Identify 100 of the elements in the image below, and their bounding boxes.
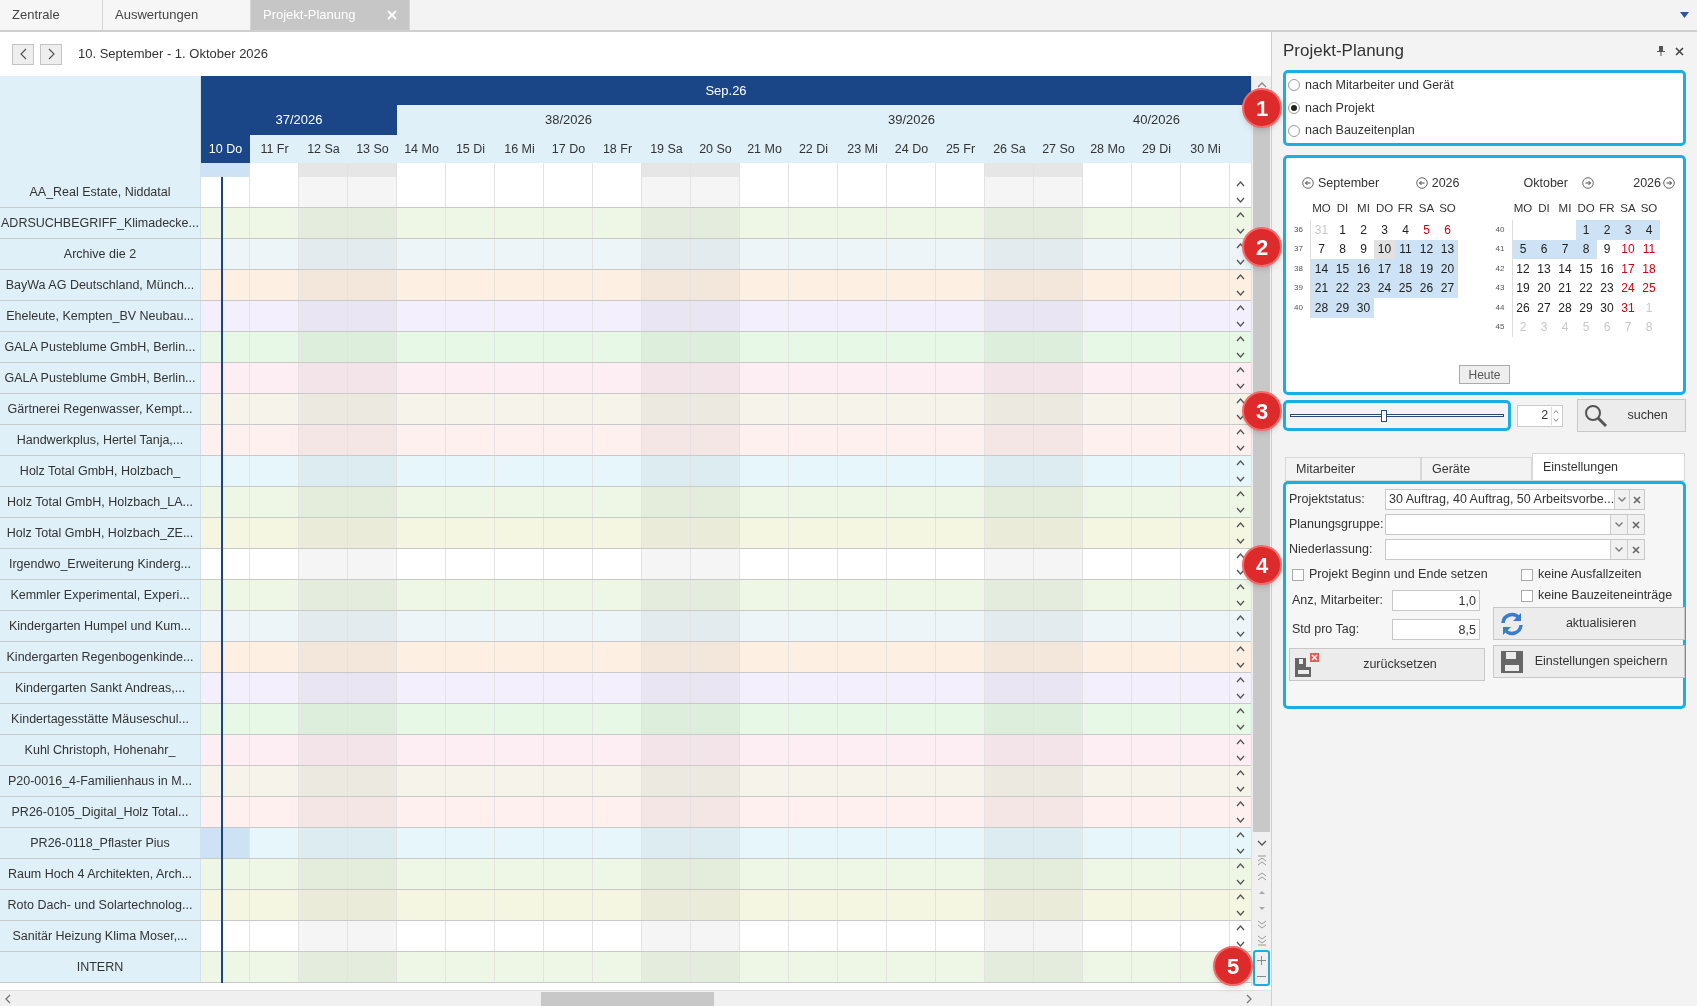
tab[interactable]: Einstellungen [1532,453,1685,481]
calendar-day[interactable]: 19 [1416,259,1437,279]
calendar-day[interactable]: 18 [1395,259,1416,279]
calendar-day[interactable]: 11 [1638,239,1660,259]
calendar-day[interactable]: 10 [1617,239,1639,259]
row-label[interactable]: GALA Pusteblume GmbH, Berlin... [0,363,201,393]
up-down-arrows-icon[interactable] [1236,397,1245,421]
calendar-day[interactable]: 21 [1554,278,1576,298]
row-label[interactable]: Handwerkplus, Hertel Tanja,... [0,425,201,455]
row-label[interactable]: Kuhl Christoph, Hohenahr_ [0,735,201,765]
clear-button[interactable] [1627,515,1644,534]
checkbox-option[interactable]: keine Bauzeiteneinträge [1493,585,1685,606]
zoom-in-icon[interactable] [1257,955,1266,965]
search-button[interactable]: suchen [1577,399,1686,432]
calendar-day[interactable]: 1 [1332,220,1353,240]
calendar-day[interactable]: 16 [1596,259,1618,279]
calendar-day[interactable]: 17 [1617,259,1639,279]
up-down-arrows-icon[interactable] [1236,490,1245,514]
calendar-day[interactable]: 30 [1596,298,1618,318]
row-label[interactable]: Irgendwo_Erweiterung Kinderg... [0,549,201,579]
calendar-day[interactable]: 15 [1332,259,1353,279]
calendar-day[interactable]: 3 [1617,220,1639,240]
row-label[interactable]: Roto Dach- und Solartechnolog... [0,890,201,920]
refresh-button[interactable]: aktualisieren [1493,607,1685,640]
up-down-arrows-icon[interactable] [1236,428,1245,452]
today-button[interactable]: Heute [1459,365,1510,384]
up-down-arrows-icon[interactable] [1236,676,1245,700]
calendar-day[interactable]: 12 [1416,239,1437,259]
dropdown-field[interactable] [1385,514,1645,535]
calendar-day[interactable]: 29 [1575,298,1597,318]
calendar-day[interactable]: 18 [1638,259,1660,279]
up-down-arrows-icon[interactable] [1236,180,1245,204]
row-label[interactable]: INTERN [0,952,201,982]
up-down-arrows-icon[interactable] [1236,583,1245,607]
up-down-arrows-icon[interactable] [1236,800,1245,824]
row-label[interactable]: PR26-0105_Digital_Holz Total... [0,797,201,827]
checkbox-option[interactable]: keine Ausfallzeiten [1493,564,1685,585]
dropdown-field[interactable]: 30 Auftrag, 40 Auftrag, 50 Arbeitsvorbe... [1385,489,1645,510]
up-down-arrows-icon[interactable] [1236,521,1245,545]
calendar-day[interactable]: 6 [1533,239,1555,259]
row-label[interactable]: Kindergarten Humpel und Kum... [0,611,201,641]
calendar-day[interactable]: 20 [1533,278,1555,298]
row-label[interactable]: Holz Total GmbH, Holzbach_ZE... [0,518,201,548]
close-icon[interactable] [1675,46,1684,56]
row-label[interactable]: Kemmler Experimental, Experi... [0,580,201,610]
calendar-day[interactable]: 12 [1512,259,1534,279]
up-down-arrows-icon[interactable] [1236,614,1245,638]
up-down-arrows-icon[interactable] [1236,893,1245,917]
next-year-icon[interactable] [1663,177,1675,189]
calendar-day[interactable]: 10 [1374,239,1395,259]
calendar-day[interactable]: 14 [1554,259,1576,279]
calendar-day[interactable]: 22 [1575,278,1597,298]
calendar-day[interactable]: 13 [1533,259,1555,279]
calendar-day[interactable]: 23 [1596,278,1618,298]
up-down-arrows-icon[interactable] [1236,831,1245,855]
up-down-arrows-icon[interactable] [1236,552,1245,576]
pin-icon[interactable] [1657,46,1665,56]
row-label[interactable]: Sanitär Heizung Klima Moser,... [0,921,201,951]
calendar-day[interactable]: 30 [1353,298,1374,318]
row-label[interactable]: P20-0016_4-Familienhaus in M... [0,766,201,796]
row-label[interactable]: Kindergarten Regenbogenkinde... [0,642,201,672]
up-down-arrows-icon[interactable] [1236,335,1245,359]
calendar-day[interactable]: 5 [1416,220,1437,240]
up-down-arrows-icon[interactable] [1236,304,1245,328]
calendar-day[interactable]: 5 [1512,239,1534,259]
tab[interactable]: Geräte [1421,457,1532,481]
calendar-day[interactable]: 29 [1332,298,1353,318]
up-down-arrows-icon[interactable] [1236,769,1245,793]
calendar-day[interactable]: 2 [1596,220,1618,240]
row-label[interactable]: ADRSUCHBEGRIFF_Klimadecke... [0,208,201,238]
row-label[interactable]: BayWa AG Deutschland, Münch... [0,270,201,300]
save-button[interactable]: Einstellungen speichern [1493,645,1685,678]
up-down-arrows-icon[interactable] [1236,273,1245,297]
number-field[interactable]: 1,0 [1392,590,1480,611]
up-down-arrows-icon[interactable] [1236,459,1245,483]
radio-option[interactable]: nach Projekt [1288,98,1681,118]
row-label[interactable]: GALA Pusteblume GmbH, Berlin... [0,332,201,362]
reset-button[interactable]: zurücksetzen [1289,648,1485,681]
calendar-day[interactable]: 8 [1332,239,1353,259]
calendar-day[interactable]: 25 [1638,278,1660,298]
up-down-arrows-icon[interactable] [1236,645,1245,669]
previous-month-icon[interactable] [1302,177,1314,189]
calendar-day[interactable]: 14 [1311,259,1332,279]
row-label[interactable]: Holz Total GmbH, Holzbach_ [0,456,201,486]
checkbox-option[interactable]: Projekt Beginn und Ende setzen [1292,564,1485,585]
row-label[interactable]: Holz Total GmbH, Holzbach_LA... [0,487,201,517]
up-down-arrows-icon[interactable] [1236,211,1245,235]
calendar-day[interactable]: 9 [1596,239,1618,259]
row-label[interactable]: Eheleute, Kempten_BV Neubau... [0,301,201,331]
calendar-day[interactable]: 2 [1353,220,1374,240]
calendar-day[interactable]: 9 [1353,239,1374,259]
up-down-arrows-icon[interactable] [1236,707,1245,731]
row-label[interactable]: Gärtnerei Regenwasser, Kempt... [0,394,201,424]
calendar-day[interactable]: 7 [1554,239,1576,259]
scrollbar-thumb[interactable] [541,991,714,1006]
calendar-day[interactable]: 24 [1617,278,1639,298]
up-down-arrows-icon[interactable] [1236,862,1245,886]
calendar-day[interactable]: 27 [1533,298,1555,318]
dropdown-field[interactable] [1385,539,1645,560]
row-label[interactable]: Kindergarten Sankt Andreas,... [0,673,201,703]
